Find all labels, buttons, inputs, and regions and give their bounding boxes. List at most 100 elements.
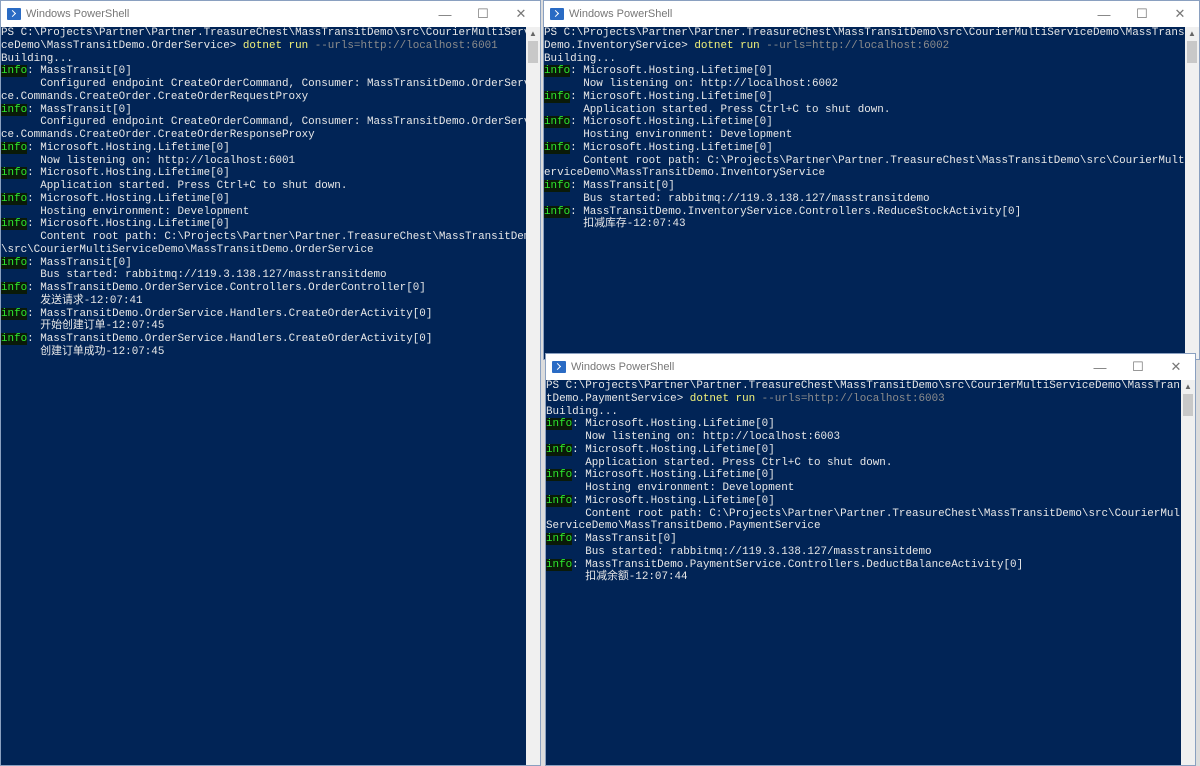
- powershell-icon: [550, 8, 564, 20]
- line-text: 创建订单成功-12:07:45: [1, 345, 165, 358]
- console-line: info: MassTransit[0]: [1, 103, 526, 117]
- console-line: Building...: [1, 53, 526, 66]
- console-line: PS C:\Projects\Partner\Partner.TreasureC…: [546, 380, 1181, 393]
- line-text: : Microsoft.Hosting.Lifetime[0]: [572, 418, 775, 431]
- console-line: info: MassTransitDemo.OrderService.Handl…: [1, 333, 526, 346]
- log-level-info: info: [1, 65, 28, 78]
- command-args: --urls=http://localhost:6003: [755, 392, 945, 405]
- console-line: ServiceDemo\MassTransitDemo.PaymentServi…: [546, 520, 1181, 533]
- console-line: info: Microsoft.Hosting.Lifetime[0]: [544, 116, 1185, 129]
- scroll-up-arrow-icon[interactable]: ▲: [1185, 27, 1199, 41]
- console-line: 开始创建订单-12:07:45: [1, 320, 526, 333]
- console-line: info: Microsoft.Hosting.Lifetime[0]: [544, 90, 1185, 104]
- console-output[interactable]: PS C:\Projects\Partner\Partner.TreasureC…: [544, 27, 1185, 359]
- powershell-icon: [552, 361, 566, 373]
- close-button[interactable]: ✕: [502, 1, 540, 27]
- line-text: : Microsoft.Hosting.Lifetime[0]: [572, 443, 775, 456]
- console-output[interactable]: PS C:\Projects\Partner\Partner.TreasureC…: [546, 380, 1181, 765]
- console-line: Now listening on: http://localhost:6001: [1, 155, 526, 168]
- minimize-button[interactable]: —: [1085, 1, 1123, 27]
- powershell-window-payment-service[interactable]: Windows PowerShell — ☐ ✕ PS C:\Projects\Part…: [545, 353, 1196, 766]
- console-line: Bus started: rabbitmq://119.3.138.127/ma…: [546, 546, 1181, 559]
- line-text: PS C:\Projects\Partner\Partner.TreasureC…: [1, 27, 526, 39]
- title-bar[interactable]: Windows PowerShell — ☐ ✕: [1, 1, 540, 27]
- scroll-up-arrow-icon[interactable]: ▲: [1181, 380, 1195, 394]
- console-line: Configured endpoint CreateOrderCommand, …: [1, 116, 526, 129]
- console-line: Application started. Press Ctrl+C to shu…: [1, 180, 526, 193]
- line-text: Demo.InventoryService>: [544, 39, 695, 52]
- line-text: Building...: [544, 52, 616, 65]
- log-level-info: info: [546, 418, 573, 431]
- window-controls: — ☐ ✕: [1081, 354, 1195, 380]
- console-line: info: Microsoft.Hosting.Lifetime[0]: [1, 141, 526, 155]
- maximize-button[interactable]: ☐: [1119, 354, 1157, 380]
- console-line: ceDemo\MassTransitDemo.OrderService> dot…: [1, 40, 526, 53]
- window-title: Windows PowerShell: [569, 8, 673, 20]
- console-line: Content root path: C:\Projects\Partner\P…: [544, 155, 1185, 168]
- line-text: : Microsoft.Hosting.Lifetime[0]: [570, 116, 773, 129]
- vertical-scrollbar[interactable]: ▲: [526, 27, 540, 765]
- powershell-window-inventory-service[interactable]: Windows PowerShell — ☐ ✕ PS C:\Projects\Part…: [543, 0, 1200, 360]
- console-output[interactable]: PS C:\Projects\Partner\Partner.TreasureC…: [1, 27, 526, 765]
- log-level-info: info: [1, 333, 28, 345]
- title-bar[interactable]: Windows PowerShell — ☐ ✕: [544, 1, 1199, 27]
- close-button[interactable]: ✕: [1157, 354, 1195, 380]
- line-text: Application started. Press Ctrl+C to shu…: [1, 180, 348, 192]
- line-text: ce.Commands.CreateOrder.CreateOrderRespo…: [1, 129, 315, 141]
- close-button[interactable]: ✕: [1161, 1, 1199, 27]
- log-level-info: info: [1, 141, 28, 154]
- minimize-button[interactable]: —: [426, 1, 464, 27]
- console-line: info: MassTransitDemo.PaymentService.Con…: [546, 558, 1181, 572]
- scrollbar-thumb[interactable]: [1187, 41, 1197, 63]
- scrollbar-thumb[interactable]: [1183, 394, 1193, 416]
- console-line: Application started. Press Ctrl+C to shu…: [544, 104, 1185, 117]
- powershell-icon: [7, 8, 21, 20]
- console-line: info: Microsoft.Hosting.Lifetime[0]: [1, 192, 526, 206]
- console-line: Now listening on: http://localhost:6002: [544, 78, 1185, 91]
- scrollbar-thumb[interactable]: [528, 41, 538, 63]
- line-text: ceDemo\MassTransitDemo.OrderService>: [1, 39, 243, 52]
- command-text: dotnet run: [242, 39, 309, 52]
- vertical-scrollbar[interactable]: ▲: [1185, 27, 1199, 359]
- log-level-info: info: [546, 558, 573, 571]
- console-line: info: Microsoft.Hosting.Lifetime[0]: [544, 65, 1185, 78]
- window-title: Windows PowerShell: [26, 8, 130, 20]
- line-text: : Microsoft.Hosting.Lifetime[0]: [27, 167, 230, 180]
- vertical-scrollbar[interactable]: ▲: [1181, 380, 1195, 765]
- line-text: Now listening on: http://localhost:6003: [546, 431, 841, 443]
- line-text: ServiceDemo\MassTransitDemo.PaymentServi…: [546, 520, 821, 533]
- command-text: dotnet run: [689, 392, 756, 405]
- command-text: dotnet run: [694, 39, 760, 52]
- line-text: Hosting environment: Development: [1, 205, 250, 218]
- console-line: 扣减库存-12:07:43: [544, 218, 1185, 231]
- log-level-info: info: [546, 494, 573, 507]
- console-line: info: MassTransit[0]: [1, 65, 526, 78]
- line-text: Hosting environment: Development: [546, 482, 795, 494]
- console-line: info: Microsoft.Hosting.Lifetime[0]: [544, 141, 1185, 155]
- console-line: Bus started: rabbitmq://119.3.138.127/ma…: [544, 193, 1185, 206]
- line-text: : Microsoft.Hosting.Lifetime[0]: [572, 494, 775, 507]
- line-text: Content root path: C:\Projects\Partner\P…: [544, 154, 1185, 167]
- console-line: Bus started: rabbitmq://119.3.138.127/ma…: [1, 269, 526, 282]
- line-text: : MassTransit[0]: [570, 180, 675, 192]
- powershell-window-order-service[interactable]: Windows PowerShell — ☐ ✕ PS C:\Projects\Part…: [0, 0, 541, 766]
- console-line: Content root path: C:\Projects\Partner\P…: [1, 231, 526, 244]
- title-bar[interactable]: Windows PowerShell — ☐ ✕: [546, 354, 1195, 380]
- minimize-button[interactable]: —: [1081, 354, 1119, 380]
- console-line: info: MassTransitDemo.InventoryService.C…: [544, 205, 1185, 219]
- log-level-info: info: [1, 192, 28, 205]
- console-line: Building...: [544, 53, 1185, 66]
- log-level-info: info: [546, 443, 573, 456]
- maximize-button[interactable]: ☐: [1123, 1, 1161, 27]
- line-text: : Microsoft.Hosting.Lifetime[0]: [570, 65, 773, 78]
- scroll-up-arrow-icon[interactable]: ▲: [526, 27, 540, 41]
- line-text: : Microsoft.Hosting.Lifetime[0]: [570, 90, 773, 103]
- console-line: info: Microsoft.Hosting.Lifetime[0]: [1, 167, 526, 180]
- line-text: 发送请求-12:07:41: [1, 294, 143, 307]
- log-level-info: info: [1, 167, 28, 180]
- line-text: Application started. Press Ctrl+C to shu…: [546, 456, 893, 469]
- console-line: Hosting environment: Development: [546, 482, 1181, 495]
- console-line: info: Microsoft.Hosting.Lifetime[0]: [546, 443, 1181, 457]
- line-text: Hosting environment: Development: [544, 129, 793, 141]
- maximize-button[interactable]: ☐: [464, 1, 502, 27]
